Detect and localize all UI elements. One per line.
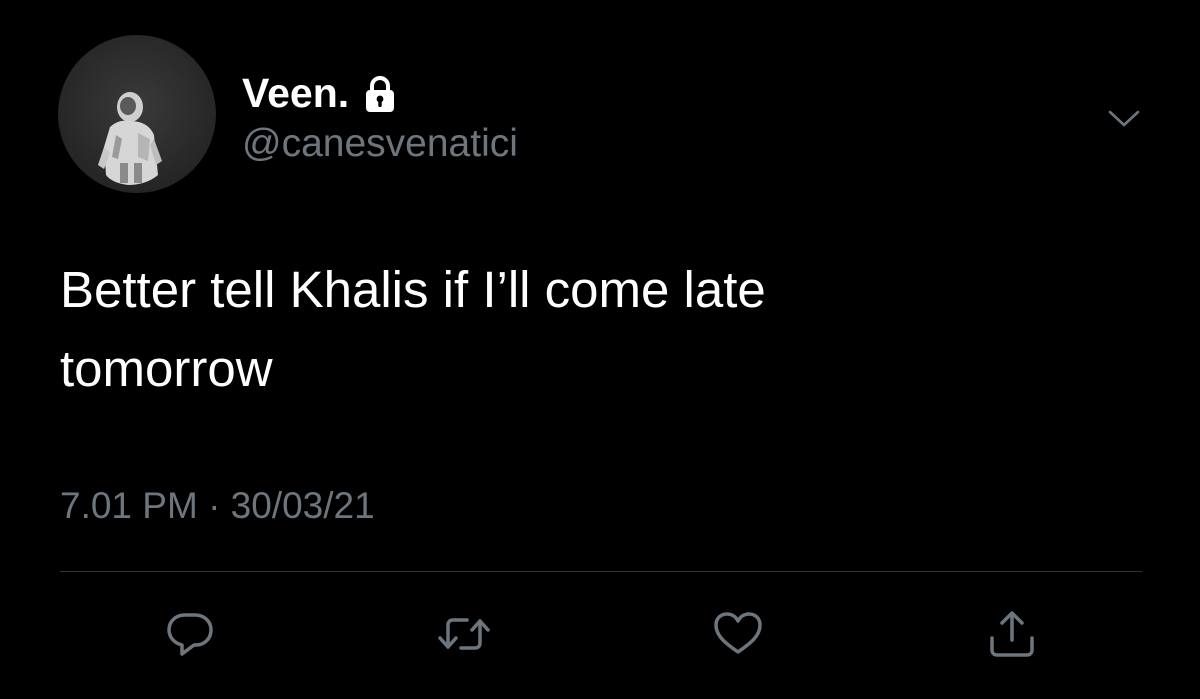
lock-icon xyxy=(363,75,397,113)
avatar[interactable] xyxy=(58,35,216,193)
tweet-text-line-2: tomorrow xyxy=(60,340,273,397)
retweet-icon xyxy=(438,618,490,650)
user-handle[interactable]: @canesvenatici xyxy=(242,122,518,166)
display-name[interactable]: Veen. xyxy=(242,70,349,117)
reply-icon xyxy=(167,613,213,656)
like-button[interactable] xyxy=(708,604,768,664)
tweet-text-line-1: Better tell Khalis if I’ll come late xyxy=(60,261,766,318)
user-name-row: Veen. xyxy=(242,70,397,116)
tweet-card: Veen. @canesvenatici Better tell Khalis … xyxy=(0,0,1200,699)
share-button[interactable] xyxy=(982,604,1042,664)
tweet-text: Better tell Khalis if I’ll come late tom… xyxy=(60,250,1140,408)
share-icon xyxy=(990,611,1034,657)
astronaut-avatar-icon xyxy=(98,92,162,185)
retweet-button[interactable] xyxy=(434,604,494,664)
tweet-timestamp[interactable]: 7.01 PM · 30/03/21 xyxy=(60,485,375,527)
heart-icon xyxy=(714,612,762,654)
divider xyxy=(60,571,1142,572)
chevron-down-icon[interactable] xyxy=(1102,100,1146,136)
reply-button[interactable] xyxy=(160,604,220,664)
